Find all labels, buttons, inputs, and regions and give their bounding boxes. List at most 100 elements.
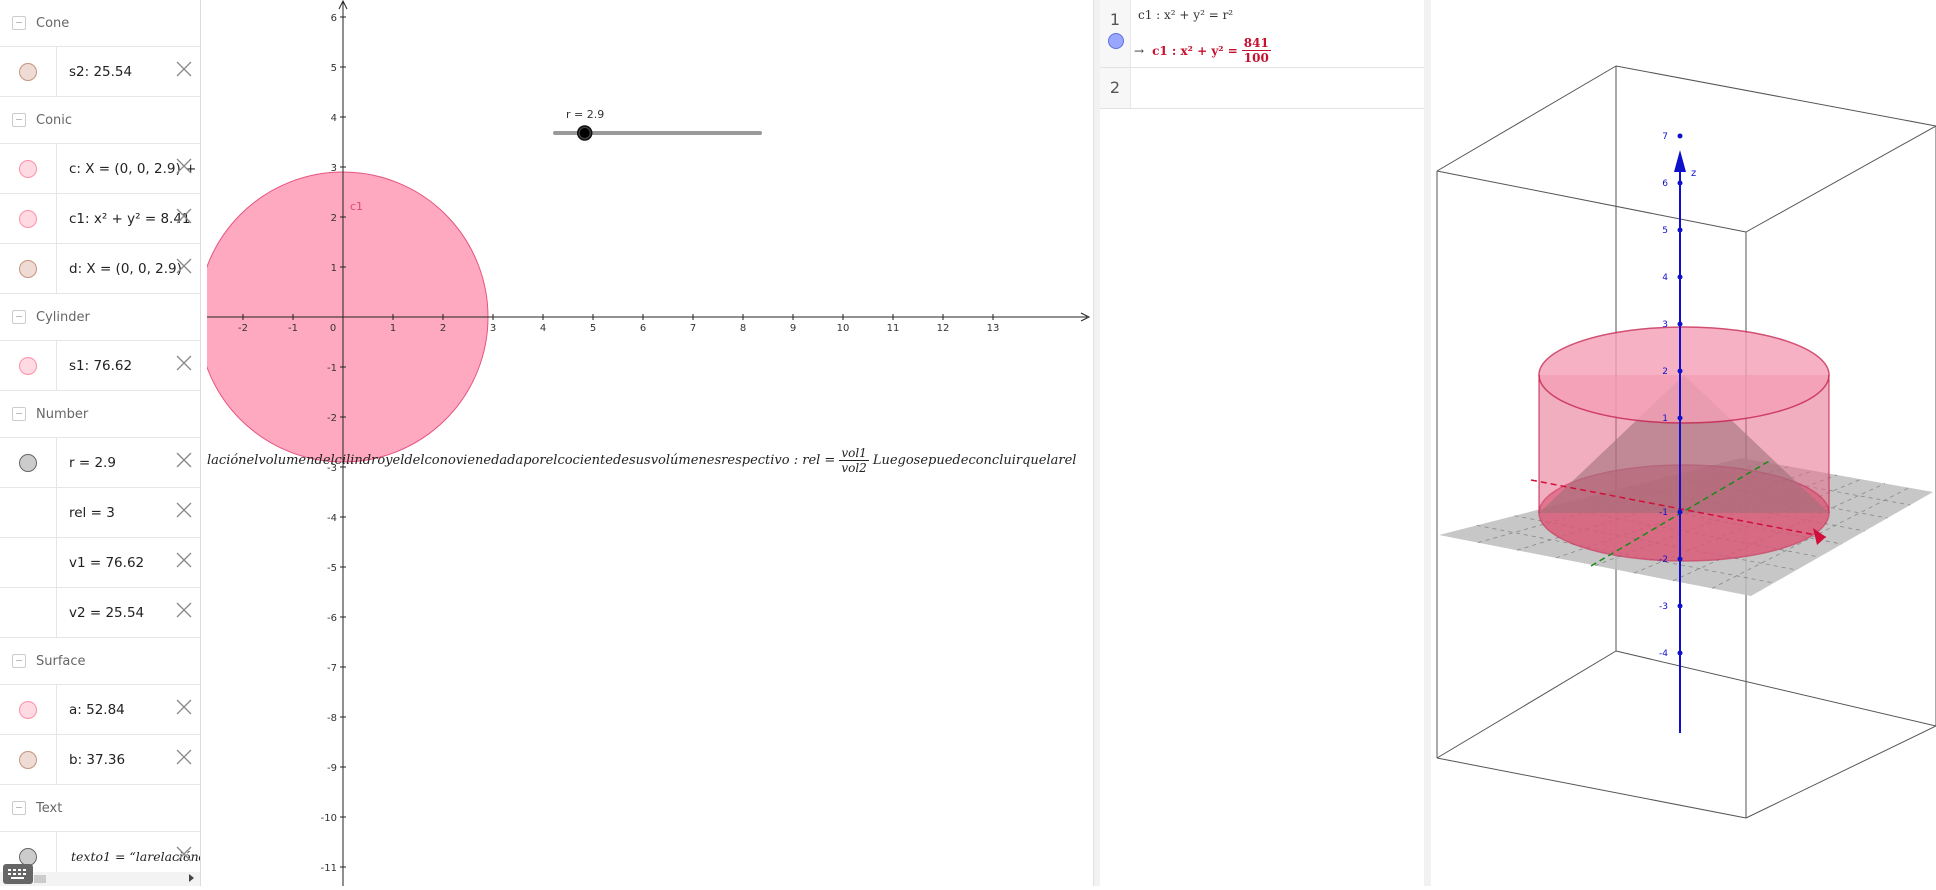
- group-header[interactable]: Surface: [0, 638, 200, 685]
- close-icon[interactable]: [174, 844, 194, 864]
- close-icon[interactable]: [174, 450, 194, 470]
- z-tick: [1677, 650, 1683, 656]
- x-tick-label: 10: [837, 323, 850, 334]
- visibility-dot-icon[interactable]: [19, 356, 37, 375]
- marble-cell[interactable]: [0, 438, 57, 487]
- visibility-dot-icon[interactable]: [19, 209, 37, 228]
- algebra-item[interactable]: s2: 25.54: [0, 47, 200, 97]
- marble-cell[interactable]: [0, 194, 57, 243]
- z-tick-label: 7: [1662, 132, 1668, 142]
- z-tick: [1677, 556, 1683, 562]
- visibility-dot-icon[interactable]: [19, 847, 37, 866]
- close-icon[interactable]: [174, 747, 194, 767]
- z-tick-label: 5: [1662, 226, 1668, 236]
- collapse-icon[interactable]: [12, 16, 26, 30]
- collapse-icon[interactable]: [12, 654, 26, 668]
- close-icon[interactable]: [174, 256, 194, 276]
- close-icon[interactable]: [174, 206, 194, 226]
- algebra-item[interactable]: c1: x² + y² = 8.41: [0, 194, 200, 244]
- group-label: Text: [36, 800, 63, 816]
- bounding-box-edge: [1745, 725, 1936, 819]
- text-part-2: Luegosepuedeconcluirquelarel: [872, 453, 1077, 468]
- graphics-canvas[interactable]: -4-3-2-1012345678910111213654321-1-2-3-4…: [207, 0, 1093, 886]
- group-label: Conic: [36, 112, 73, 128]
- close-icon[interactable]: [174, 156, 194, 176]
- graphics-view[interactable]: -4-3-2-1012345678910111213654321-1-2-3-4…: [207, 0, 1093, 886]
- close-icon[interactable]: [174, 500, 194, 520]
- text-part-1: laciónelvolumendelcilindroyeldelconovien…: [207, 453, 836, 468]
- algebra-item[interactable]: v2 = 25.54: [0, 588, 200, 638]
- close-icon[interactable]: [174, 59, 194, 79]
- y-tick-label: -7: [327, 663, 337, 674]
- marble-cell[interactable]: [0, 735, 57, 784]
- marble-cell[interactable]: [0, 538, 57, 587]
- algebra-item[interactable]: s1: 76.62: [0, 341, 200, 391]
- circle-label: c1: [350, 200, 364, 213]
- visibility-dot-icon[interactable]: [19, 453, 37, 472]
- y-tick-label: 4: [331, 113, 337, 124]
- group-header[interactable]: Conic: [0, 97, 200, 144]
- x-tick-label: 8: [740, 323, 746, 334]
- cas-output-numerator: 841: [1241, 36, 1271, 51]
- collapse-icon[interactable]: [12, 801, 26, 815]
- visibility-dot-icon[interactable]: [19, 700, 37, 719]
- y-tick-label: 6: [331, 13, 337, 24]
- visibility-toggle-icon[interactable]: [1108, 33, 1124, 49]
- close-icon[interactable]: [174, 550, 194, 570]
- collapse-icon[interactable]: [12, 310, 26, 324]
- algebra-item[interactable]: rel = 3: [0, 488, 200, 538]
- z-tick: [1677, 368, 1683, 374]
- cas-output: → c1 : x² + y² = 841 100: [1134, 36, 1275, 65]
- cas-view[interactable]: 1 c1 : x² + y² = r² → c1 : x² + y² = 841…: [1100, 0, 1425, 886]
- fraction-numerator: vol1: [839, 446, 869, 461]
- algebra-view[interactable]: Cone s2: 25.54 Conic c: X = (0, 0, 2.9) + (…: [0, 0, 201, 886]
- close-icon[interactable]: [174, 353, 194, 373]
- marble-cell[interactable]: [0, 144, 57, 193]
- visibility-dot-icon[interactable]: [19, 159, 37, 178]
- group-header[interactable]: Number: [0, 391, 200, 438]
- marble-cell[interactable]: [0, 488, 57, 537]
- marble-cell[interactable]: [0, 341, 57, 390]
- collapse-icon[interactable]: [12, 113, 26, 127]
- algebra-item[interactable]: a: 52.84: [0, 685, 200, 735]
- algebra-item[interactable]: v1 = 76.62: [0, 538, 200, 588]
- close-icon[interactable]: [174, 697, 194, 717]
- visibility-dot-icon[interactable]: [19, 259, 37, 278]
- collapse-icon[interactable]: [12, 407, 26, 421]
- visibility-dot-icon[interactable]: [19, 750, 37, 769]
- keyboard-icon[interactable]: [3, 864, 33, 884]
- z-tick-label: 1: [1662, 414, 1668, 424]
- y-tick-label: -10: [321, 813, 337, 824]
- group-header[interactable]: Text: [0, 785, 200, 832]
- cas-input[interactable]: c1 : x² + y² = r²: [1138, 8, 1233, 22]
- bounding-box-edge: [1436, 757, 1747, 819]
- marble-cell[interactable]: [0, 244, 57, 293]
- algebra-item[interactable]: b: 37.36: [0, 735, 200, 785]
- group-header[interactable]: Cone: [0, 0, 200, 47]
- algebra-item[interactable]: c: X = (0, 0, 2.9) + (2: [0, 144, 200, 194]
- fraction: vol1 vol2: [839, 446, 869, 475]
- visibility-dot-icon[interactable]: [19, 62, 37, 81]
- graphics-3d-view[interactable]: z 7 6 5 4 3 2 1 -1 -2 -3 -4: [1431, 0, 1936, 886]
- x-tick-label: 0: [330, 323, 336, 334]
- slider-label: r = 2.9: [566, 108, 605, 121]
- algebra-item[interactable]: d: X = (0, 0, 2.9): [0, 244, 200, 294]
- bounding-box-edge: [1615, 65, 1936, 127]
- marble-cell[interactable]: [0, 685, 57, 734]
- cas-output-fraction: 841 100: [1241, 36, 1271, 65]
- cas-row-2[interactable]: 2: [1100, 68, 1424, 109]
- marble-cell[interactable]: [0, 588, 57, 637]
- y-tick-label: -4: [327, 513, 337, 524]
- slider-knob-center: [579, 128, 590, 138]
- z-tick-label: -4: [1659, 649, 1668, 659]
- group-header[interactable]: Cylinder: [0, 294, 200, 341]
- y-tick-label: -1: [327, 363, 337, 374]
- graphics-3d-canvas[interactable]: z 7 6 5 4 3 2 1 -1 -2 -3 -4: [1431, 0, 1936, 886]
- y-tick-label: -9: [327, 763, 337, 774]
- algebra-item[interactable]: r = 2.9: [0, 438, 200, 488]
- close-icon[interactable]: [174, 600, 194, 620]
- algebra-list: Cone s2: 25.54 Conic c: X = (0, 0, 2.9) + (…: [0, 0, 200, 882]
- text-object[interactable]: laciónelvolumendelcilindroyeldelconovien…: [207, 446, 1076, 475]
- marble-cell[interactable]: [0, 47, 57, 96]
- cas-row-1[interactable]: 1 c1 : x² + y² = r² → c1 : x² + y² = 841…: [1100, 0, 1424, 68]
